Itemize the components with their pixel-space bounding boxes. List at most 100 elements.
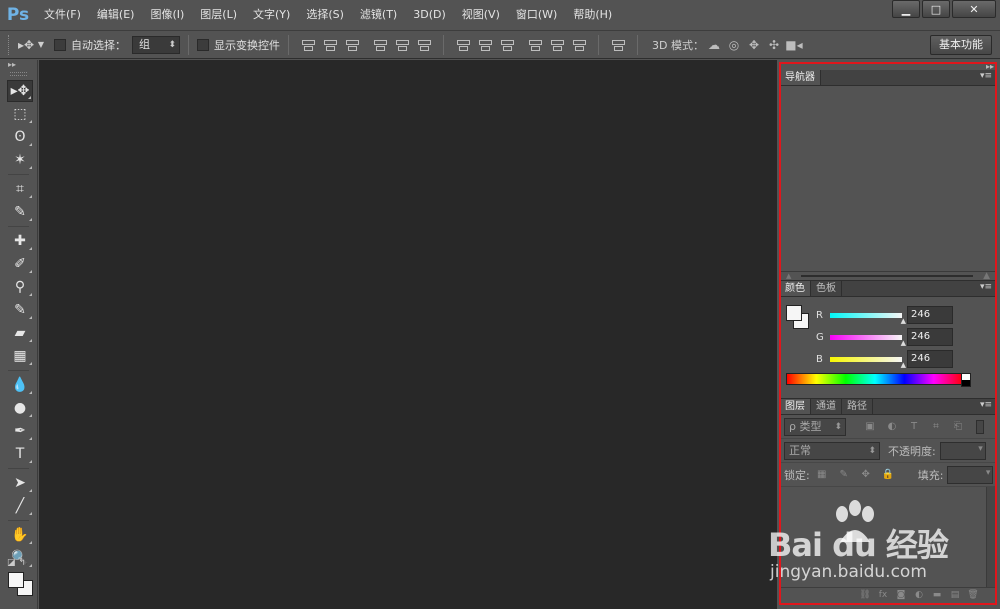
lock-transparent-icon[interactable]: ▦ <box>814 467 830 483</box>
layer-style-icon[interactable]: fx <box>874 590 892 600</box>
default-colors-icon[interactable]: ◪ ↰ <box>7 558 26 568</box>
menu-item-4[interactable]: 文字(Y) <box>245 0 298 30</box>
tab-paths[interactable]: 路径 <box>842 399 873 414</box>
distribute-right-icon[interactable] <box>570 36 588 54</box>
image-filter-icon[interactable]: ▣ <box>862 419 878 435</box>
type-tool-icon[interactable]: T <box>7 443 33 465</box>
blur-tool-icon[interactable]: 💧 <box>7 374 33 396</box>
shape-filter-icon[interactable]: ⌗ <box>928 419 944 435</box>
menu-item-5[interactable]: 选择(S) <box>298 0 352 30</box>
slider-thumb-icon[interactable]: ▲ <box>901 339 906 347</box>
menu-item-6[interactable]: 滤镜(T) <box>352 0 405 30</box>
blue-value-field[interactable]: 246 <box>907 350 953 368</box>
adjustment-layer-icon[interactable]: ◐ <box>910 590 928 600</box>
distribute-vcenter-icon[interactable] <box>476 36 494 54</box>
history-brush-tool-icon[interactable]: ✎ <box>7 299 33 321</box>
distribute-bottom-icon[interactable] <box>498 36 516 54</box>
align-right-icon[interactable] <box>415 36 433 54</box>
minimize-button[interactable]: ▁ <box>892 0 920 18</box>
lasso-tool-icon[interactable]: ʘ <box>7 126 33 148</box>
menu-item-1[interactable]: 编辑(E) <box>89 0 143 30</box>
gradient-tool-icon[interactable]: ▦ <box>7 345 33 367</box>
3d-scale-icon[interactable]: ■◂ <box>784 36 804 54</box>
options-grip[interactable] <box>8 34 12 55</box>
toolbox-collapse-icon[interactable]: ▸▸ <box>0 60 37 70</box>
distribute-left-icon[interactable] <box>526 36 544 54</box>
toolbox-grip[interactable] <box>10 72 27 76</box>
auto-align-icon[interactable] <box>609 36 627 54</box>
fill-field[interactable] <box>947 465 994 484</box>
dodge-tool-icon[interactable]: ● <box>7 397 33 419</box>
menu-item-8[interactable]: 视图(V) <box>454 0 508 30</box>
align-vcenter-icon[interactable] <box>321 36 339 54</box>
layers-scrollbar[interactable] <box>986 487 996 587</box>
smart-object-filter-icon[interactable]: ⎗ <box>950 419 966 435</box>
menu-item-10[interactable]: 帮助(H) <box>565 0 620 30</box>
panel-menu-icon[interactable]: ▾≡ <box>980 71 992 81</box>
show-transform-checkbox[interactable] <box>197 38 209 51</box>
foreground-color-swatch[interactable] <box>8 572 24 588</box>
menu-item-0[interactable]: 文件(F) <box>36 0 89 30</box>
3d-slide-icon[interactable]: ✣ <box>764 36 784 54</box>
pen-tool-icon[interactable]: ✒ <box>7 420 33 442</box>
move-tool-preset-icon[interactable]: ▸✥ <box>16 35 36 55</box>
align-left-icon[interactable] <box>371 36 389 54</box>
layer-filter-dropdown[interactable]: ρ 类型 <box>784 417 846 436</box>
add-mask-icon[interactable]: ◙ <box>892 590 910 600</box>
panel-menu-icon[interactable]: ▾≡ <box>980 282 992 292</box>
tab-color[interactable]: 颜色 <box>780 281 811 296</box>
blend-mode-dropdown[interactable]: 正常 <box>784 441 880 460</box>
maximize-button[interactable]: □ <box>922 0 950 18</box>
menu-item-3[interactable]: 图层(L) <box>192 0 245 30</box>
eraser-tool-icon[interactable]: ▰ <box>7 322 33 344</box>
green-slider[interactable]: ▲ <box>830 334 906 347</box>
clone-stamp-tool-icon[interactable]: ⚲ <box>7 276 33 298</box>
auto-select-checkbox[interactable] <box>54 38 66 51</box>
new-layer-icon[interactable]: ▤ <box>946 590 964 600</box>
lock-all-icon[interactable]: 🔒 <box>880 467 896 483</box>
lock-image-icon[interactable]: ✎ <box>836 467 852 483</box>
distribute-hcenter-icon[interactable] <box>548 36 566 54</box>
3d-rotate-icon[interactable]: ☁ <box>704 36 724 54</box>
new-group-icon[interactable]: ▬ <box>928 590 946 600</box>
opacity-field[interactable] <box>939 441 986 460</box>
slider-thumb-icon[interactable]: ▲ <box>901 317 906 325</box>
red-slider[interactable]: ▲ <box>830 312 906 325</box>
menu-item-2[interactable]: 图像(I) <box>142 0 192 30</box>
lock-position-icon[interactable]: ✥ <box>858 467 874 483</box>
tab-swatches[interactable]: 色板 <box>811 281 842 296</box>
panel-menu-icon[interactable]: ▾≡ <box>980 400 992 410</box>
path-selection-tool-icon[interactable]: ➤ <box>7 472 33 494</box>
green-value-field[interactable]: 246 <box>907 328 953 346</box>
move-tool-icon[interactable]: ▸✥ <box>7 80 33 102</box>
marquee-tool-icon[interactable]: ⬚ <box>7 103 33 125</box>
crop-tool-icon[interactable]: ⌗ <box>7 178 33 200</box>
chevron-down-icon[interactable]: ▼ <box>36 35 46 55</box>
tab-channels[interactable]: 通道 <box>811 399 842 414</box>
foreground-color-swatch[interactable] <box>786 305 802 321</box>
zoom-out-icon[interactable]: ▲ <box>786 272 791 280</box>
close-button[interactable]: ✕ <box>952 0 996 18</box>
menu-item-9[interactable]: 窗口(W) <box>508 0 565 30</box>
magic-wand-tool-icon[interactable]: ✶ <box>7 149 33 171</box>
type-filter-icon[interactable]: T <box>906 419 922 435</box>
eyedropper-tool-icon[interactable]: ✎ <box>7 201 33 223</box>
adjustment-filter-icon[interactable]: ◐ <box>884 419 900 435</box>
hand-tool-icon[interactable]: ✋ <box>7 524 33 546</box>
align-hcenter-icon[interactable] <box>393 36 411 54</box>
zoom-slider[interactable] <box>801 275 974 277</box>
align-bottom-icon[interactable] <box>343 36 361 54</box>
workspace-button[interactable]: 基本功能 <box>930 35 992 55</box>
align-top-icon[interactable] <box>299 36 317 54</box>
link-layers-icon[interactable]: ⛓ <box>856 590 874 600</box>
red-value-field[interactable]: 246 <box>907 306 953 324</box>
blue-slider[interactable]: ▲ <box>830 356 906 369</box>
line-tool-icon[interactable]: ╱ <box>7 495 33 517</box>
tab-navigator[interactable]: 导航器 <box>780 70 821 85</box>
spot-healing-tool-icon[interactable]: ✚ <box>7 230 33 252</box>
slider-thumb-icon[interactable]: ▲ <box>901 361 906 369</box>
3d-pan-icon[interactable]: ✥ <box>744 36 764 54</box>
layers-list[interactable] <box>780 487 996 587</box>
brush-tool-icon[interactable]: ✐ <box>7 253 33 275</box>
auto-select-dropdown[interactable]: 组 <box>132 35 180 54</box>
